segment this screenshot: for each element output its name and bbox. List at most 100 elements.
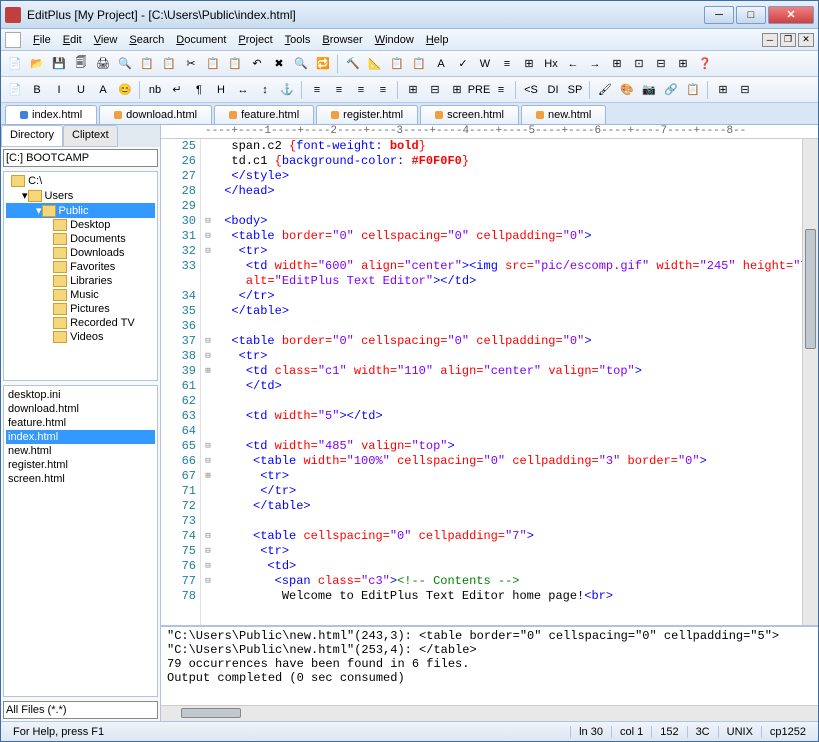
toolbar-button[interactable]: 📋 [137,54,157,74]
toolbar-button[interactable]: 🔁 [313,54,333,74]
tab-feature-html[interactable]: feature.html [214,105,314,124]
toolbar-button[interactable]: ↔ [233,80,253,100]
toolbar-button[interactable]: ≡ [351,80,371,100]
toolbar-button[interactable]: ↵ [167,80,187,100]
toolbar-button[interactable]: ⊞ [673,54,693,74]
tree-item[interactable]: Favorites [6,260,155,274]
toolbar-button[interactable]: 📂 [27,54,47,74]
toolbar-button[interactable]: SP [565,80,585,100]
vertical-scrollbar[interactable] [802,139,818,625]
toolbar-button[interactable]: 📷 [639,80,659,100]
tree-item[interactable]: Music [6,288,155,302]
toolbar-button[interactable]: 🔨 [343,54,363,74]
scroll-thumb[interactable] [805,229,816,349]
toolbar-button[interactable]: PRE [469,80,489,100]
toolbar-button[interactable]: 🖨 [93,54,113,74]
toolbar-button[interactable]: ⚓ [277,80,297,100]
toolbar-button[interactable]: B [27,80,47,100]
toolbar-button[interactable]: <S [521,80,541,100]
toolbar-button[interactable]: 📄 [5,80,25,100]
minimize-button[interactable]: ─ [704,6,734,24]
tree-item[interactable]: Recorded TV [6,316,155,330]
toolbar-button[interactable]: H [211,80,231,100]
file-item[interactable]: desktop.ini [6,388,155,402]
toolbar-button[interactable]: nb [145,80,165,100]
toolbar-button[interactable]: DI [543,80,563,100]
tab-screen-html[interactable]: screen.html [420,105,519,124]
toolbar-button[interactable]: ⊞ [403,80,423,100]
menu-file[interactable]: File [27,32,57,48]
fold-column[interactable]: ⊟⊟⊟⊟⊟⊞⊟⊟⊞⊟⊟⊟⊟ [201,139,215,625]
toolbar-button[interactable]: 🔍 [291,54,311,74]
mdi-restore-button[interactable]: ❐ [780,33,796,47]
output-panel[interactable]: "C:\Users\Public\new.html"(243,3): <tabl… [161,625,818,705]
toolbar-button[interactable]: ❓ [695,54,715,74]
toolbar-button[interactable]: ⊞ [519,54,539,74]
toolbar-button[interactable]: ✓ [453,54,473,74]
output-line[interactable]: "C:\Users\Public\new.html"(253,4): </tab… [167,643,812,657]
tree-item[interactable]: ▾ Public [6,203,155,218]
tree-item[interactable]: C:\ [6,174,155,188]
toolbar-button[interactable]: ≡ [307,80,327,100]
toolbar-button[interactable]: ⊟ [735,80,755,100]
toolbar-button[interactable]: A [93,80,113,100]
toolbar-button[interactable]: I [49,80,69,100]
mdi-close-button[interactable]: ✕ [798,33,814,47]
cliptext-tab[interactable]: Cliptext [63,125,118,147]
folder-tree[interactable]: C:\▾ Users▾ Public Desktop Documents Dow… [3,171,158,381]
toolbar-button[interactable]: 📋 [387,54,407,74]
menu-search[interactable]: Search [123,32,170,48]
toolbar-button[interactable]: 🗐 [71,54,91,74]
toolbar-button[interactable]: 📋 [683,80,703,100]
menu-edit[interactable]: Edit [57,32,88,48]
toolbar-button[interactable]: 🎨 [617,80,637,100]
toolbar-button[interactable]: 📋 [225,54,245,74]
menu-tools[interactable]: Tools [279,32,317,48]
toolbar-button[interactable]: ⊞ [713,80,733,100]
toolbar-button[interactable]: ⊡ [629,54,649,74]
toolbar-button[interactable]: Hx [541,54,561,74]
toolbar-button[interactable]: ¶ [189,80,209,100]
titlebar[interactable]: EditPlus [My Project] - [C:\Users\Public… [1,1,818,29]
menu-document[interactable]: Document [170,32,232,48]
toolbar-button[interactable]: ✖ [269,54,289,74]
output-line[interactable]: Output completed (0 sec consumed) [167,671,812,685]
tab-register-html[interactable]: register.html [316,105,418,124]
file-item[interactable]: register.html [6,458,155,472]
tree-item[interactable]: Videos [6,330,155,344]
close-button[interactable]: ✕ [768,6,814,24]
toolbar-button[interactable]: ⊟ [425,80,445,100]
toolbar-button[interactable]: ↕ [255,80,275,100]
file-item[interactable]: screen.html [6,472,155,486]
tab-index-html[interactable]: index.html [5,105,97,124]
drive-selector[interactable]: [C:] BOOTCAMP [3,149,158,167]
toolbar-button[interactable]: 🖌 [595,80,615,100]
tab-download-html[interactable]: download.html [99,105,212,124]
file-item[interactable]: feature.html [6,416,155,430]
toolbar-button[interactable]: ≡ [491,80,511,100]
output-line[interactable]: "C:\Users\Public\new.html"(243,3): <tabl… [167,629,812,643]
menu-view[interactable]: View [88,32,124,48]
file-list[interactable]: desktop.inidownload.htmlfeature.htmlinde… [3,385,158,697]
toolbar-button[interactable]: ⊞ [447,80,467,100]
toolbar-button[interactable]: 📋 [409,54,429,74]
tree-item[interactable]: Libraries [6,274,155,288]
toolbar-button[interactable]: ⊞ [607,54,627,74]
toolbar-button[interactable]: 😊 [115,80,135,100]
tree-item[interactable]: Documents [6,232,155,246]
toolbar-button[interactable]: ⊟ [651,54,671,74]
toolbar-button[interactable]: ← [563,54,583,74]
toolbar-button[interactable]: ✂ [181,54,201,74]
menu-browser[interactable]: Browser [316,32,368,48]
toolbar-button[interactable]: → [585,54,605,74]
tab-new-html[interactable]: new.html [521,105,606,124]
toolbar-button[interactable]: 🔗 [661,80,681,100]
file-item[interactable]: new.html [6,444,155,458]
file-item[interactable]: download.html [6,402,155,416]
toolbar-button[interactable]: A [431,54,451,74]
toolbar-button[interactable]: 📋 [203,54,223,74]
code-editor[interactable]: span.c2 {font-weight: bold} td.c1 {backg… [215,139,802,625]
output-line[interactable]: 79 occurrences have been found in 6 file… [167,657,812,671]
toolbar-button[interactable]: ≡ [497,54,517,74]
horizontal-scrollbar[interactable] [161,705,818,721]
